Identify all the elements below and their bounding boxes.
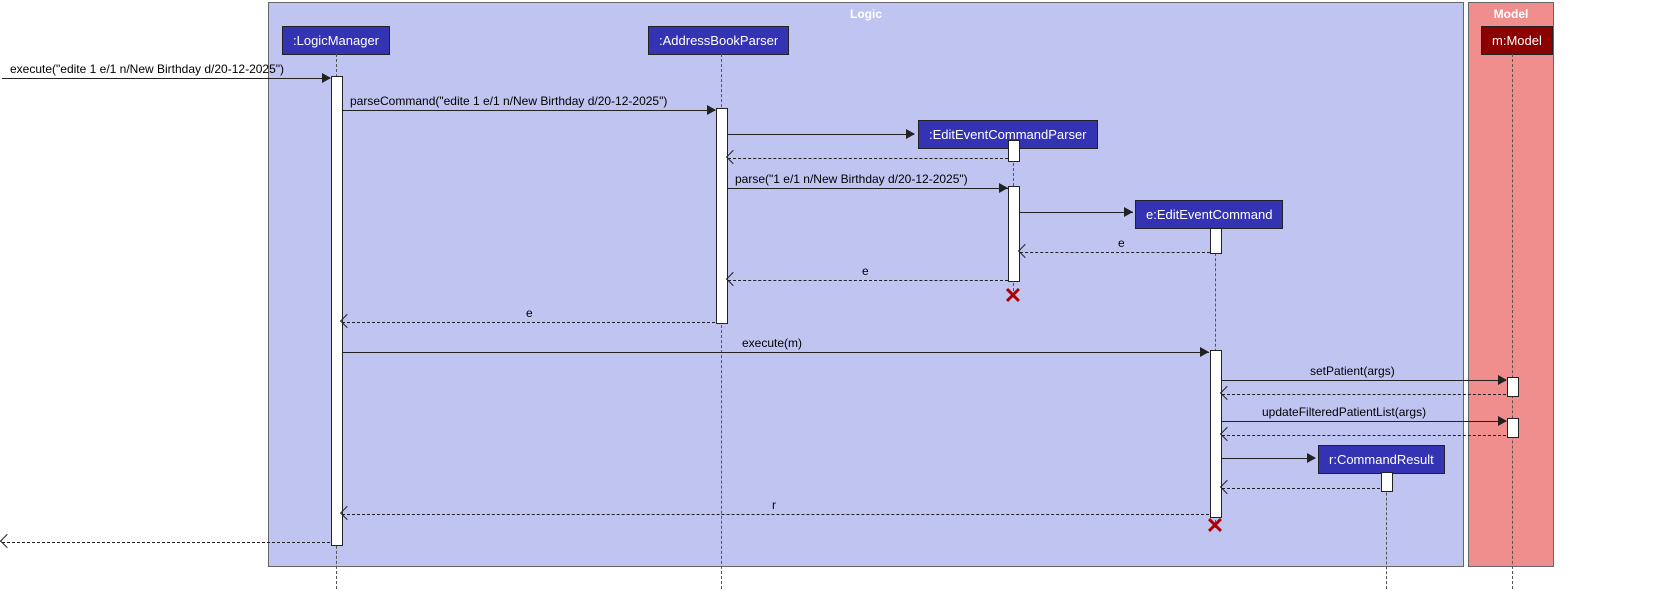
arrow-update-filtered-return (1222, 435, 1506, 436)
msg-e2: e (862, 264, 869, 278)
arrow-set-patient (1222, 380, 1506, 381)
arrow-execute-in (2, 78, 330, 79)
arrow-head-icon (1498, 375, 1507, 385)
arrow-set-patient-return (1222, 394, 1506, 395)
arrow-e1 (1020, 252, 1210, 253)
destroy-icon: ✕ (1003, 286, 1023, 306)
arrow-create-eec (1020, 212, 1133, 213)
lifeline-model (1512, 54, 1513, 589)
arrow-parse-command (342, 110, 715, 111)
msg-parse-command: parseCommand("edite 1 e/1 n/New Birthday… (350, 94, 667, 108)
arrow-cr-return (1222, 488, 1380, 489)
arrow-parse (728, 188, 1008, 189)
participant-command-result: r:CommandResult (1318, 445, 1445, 474)
arrow-create-eecp (728, 134, 914, 135)
model-region-title: Model (1494, 7, 1529, 21)
msg-execute-in: execute("edite 1 e/1 n/New Birthday d/20… (10, 62, 284, 76)
arrow-head-icon (322, 73, 331, 83)
msg-set-patient: setPatient(args) (1310, 364, 1395, 378)
logic-region-title: Logic (850, 7, 882, 21)
arrow-head-icon (1307, 453, 1316, 463)
msg-execute-m: execute(m) (742, 336, 802, 350)
msg-e3: e (526, 306, 533, 320)
arrow-r (342, 514, 1209, 515)
msg-e1: e (1118, 236, 1125, 250)
arrow-head-icon (1498, 416, 1507, 426)
arrow-head-icon (999, 183, 1008, 193)
arrow-head-icon (0, 534, 14, 548)
activation-logic-manager (331, 76, 343, 546)
arrow-update-filtered (1222, 421, 1506, 422)
logic-region: Logic (268, 2, 1464, 567)
participant-address-book-parser: :AddressBookParser (648, 26, 789, 55)
arrow-head-icon (1200, 347, 1209, 357)
msg-update-filtered: updateFilteredPatientList(args) (1262, 405, 1426, 419)
destroy-icon: ✕ (1205, 516, 1225, 536)
arrow-head-icon (1124, 207, 1133, 217)
arrow-final-return (2, 542, 330, 543)
activation-address-book-parser (716, 108, 728, 324)
activation-eec-1 (1210, 228, 1222, 254)
arrow-e3 (342, 322, 715, 323)
arrow-head-icon (906, 129, 915, 139)
arrow-head-icon (707, 105, 716, 115)
participant-model: m:Model (1481, 26, 1553, 55)
arrow-return-eecp-create (728, 158, 1008, 159)
arrow-create-cr (1222, 458, 1315, 459)
model-region: Model (1468, 2, 1554, 567)
participant-edit-event-command: e:EditEventCommand (1135, 200, 1283, 229)
arrow-execute-m (342, 352, 1209, 353)
activation-command-result (1381, 472, 1393, 492)
activation-eecp-2 (1008, 186, 1020, 282)
activation-model-1 (1507, 377, 1519, 397)
activation-eecp-1 (1008, 140, 1020, 162)
msg-r: r (772, 498, 776, 512)
arrow-e2 (728, 280, 1008, 281)
msg-parse: parse("1 e/1 n/New Birthday d/20-12-2025… (735, 172, 968, 186)
activation-model-2 (1507, 418, 1519, 438)
participant-logic-manager: :LogicManager (282, 26, 390, 55)
